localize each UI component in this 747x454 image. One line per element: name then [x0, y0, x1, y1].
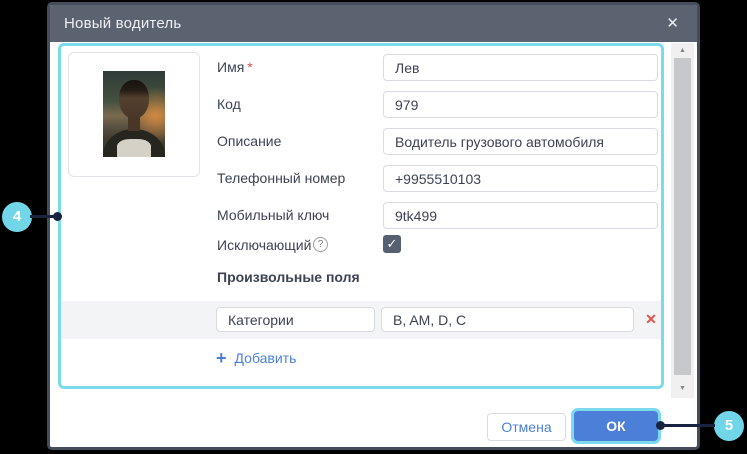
scrollbar-up-icon[interactable]: ▲ [671, 43, 694, 58]
custom-field-row: ✕ [61, 301, 661, 339]
excluding-checkbox[interactable]: ✓ [383, 235, 401, 253]
ok-button[interactable]: ОК [574, 411, 658, 441]
callout-badge-4: 4 [2, 202, 32, 232]
scrollbar-down-icon[interactable]: ▼ [671, 381, 694, 396]
close-icon[interactable]: ✕ [662, 14, 683, 33]
callout-dot-4 [53, 212, 62, 221]
callout-line-5 [663, 424, 715, 427]
name-input[interactable] [383, 54, 658, 81]
help-icon[interactable]: ? [313, 237, 328, 252]
driver-form: Имя* Код Описание Телефонный номер Мобил… [61, 46, 661, 386]
required-asterisk: * [247, 59, 252, 75]
driver-photo [103, 71, 165, 157]
photo-head-shape [119, 80, 149, 119]
plus-icon: + [216, 349, 227, 367]
photo-shirt-shape [117, 139, 151, 157]
scrollbar-thumb[interactable] [674, 58, 691, 375]
driver-form-area: Имя* Код Описание Телефонный номер Мобил… [58, 43, 664, 389]
mobile-key-label: Мобильный ключ [217, 202, 329, 229]
excluding-label: Исключающий [217, 236, 311, 254]
custom-field-value-input[interactable] [381, 307, 634, 332]
cancel-button[interactable]: Отмена [487, 413, 566, 441]
description-input[interactable] [383, 128, 658, 155]
description-label: Описание [217, 128, 281, 155]
new-driver-dialog: Новый водитель ✕ Имя* Код Описание [47, 2, 700, 450]
phone-label: Телефонный номер [217, 165, 345, 192]
scrollbar[interactable]: ▲ ▼ [671, 43, 694, 398]
callout-badge-5: 5 [714, 411, 744, 441]
screenshot-canvas: Новый водитель ✕ Имя* Код Описание [0, 0, 747, 454]
code-label: Код [217, 91, 241, 118]
dialog-titlebar: Новый водитель ✕ [50, 5, 697, 42]
dialog-title: Новый водитель [64, 15, 181, 32]
add-custom-field-button[interactable]: + Добавить [216, 349, 296, 367]
callout-dot-5 [656, 421, 665, 430]
delete-custom-field-icon[interactable]: ✕ [640, 306, 662, 332]
name-label: Имя* [217, 54, 253, 81]
add-custom-field-label: Добавить [235, 350, 297, 366]
driver-photo-upload[interactable] [68, 52, 200, 177]
mobile-key-input[interactable] [383, 202, 658, 229]
name-label-text: Имя [217, 59, 244, 75]
custom-field-name-input[interactable] [216, 307, 375, 332]
custom-fields-header: Произвольные поля [217, 269, 360, 285]
code-input[interactable] [383, 91, 658, 118]
phone-input[interactable] [383, 165, 658, 192]
